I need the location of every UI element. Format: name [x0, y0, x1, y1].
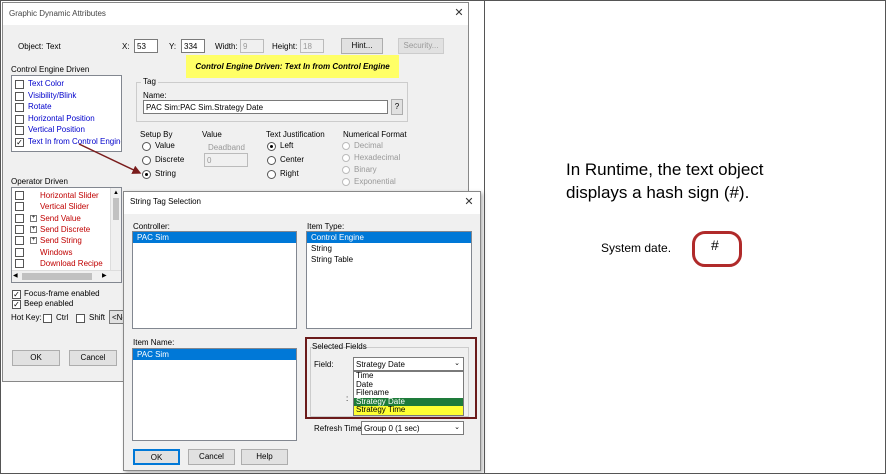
hash-value: # [711, 237, 719, 253]
item-type-list[interactable]: Control Engine String String Table [306, 231, 472, 329]
operator-item-label: Windows [40, 247, 73, 257]
annotation-text: In Runtime, the text object displays a h… [566, 160, 764, 202]
operator-item-checkbox[interactable] [15, 247, 24, 257]
item-name-item[interactable]: PAC Sim [133, 349, 296, 360]
operator-item-checkbox[interactable] [15, 213, 24, 223]
operator-item-label: Send String [40, 236, 82, 246]
shift-checkbox[interactable] [76, 314, 85, 323]
beep-label: Beep enabled [24, 299, 74, 308]
scroll-thumb[interactable] [113, 198, 119, 220]
operator-item-checkbox[interactable] [15, 202, 24, 212]
hotkey-label: Hot Key: [11, 313, 42, 322]
expand-plus-icon[interactable]: + [30, 214, 37, 222]
item-name-label: Item Name: [133, 338, 175, 347]
operator-item-label: Send Discrete [40, 224, 91, 234]
operator-item-label: Send Value [40, 213, 81, 223]
shift-label: Shift [89, 313, 106, 322]
item-name-list[interactable]: PAC Sim [132, 348, 297, 441]
operator-item-checkbox[interactable] [15, 236, 24, 246]
sts-title-bar: String Tag Selection [124, 192, 480, 214]
operator-horizontal-scrollbar[interactable]: ◀ ▶ [12, 270, 121, 282]
operator-item-label: Download Recipe [40, 258, 103, 268]
beep-checkbox[interactable]: ✓ [12, 300, 21, 309]
sts-help-button[interactable]: Help [241, 449, 288, 465]
gda-ok-button[interactable]: OK [12, 350, 60, 366]
controller-list[interactable]: PAC Sim [132, 231, 297, 329]
refresh-time-select[interactable]: Group 0 (1 sec) ⌄ [361, 421, 464, 435]
expand-plus-icon[interactable]: + [30, 225, 37, 233]
focus-frame-checkbox[interactable]: ✓ [12, 290, 21, 299]
gda-cancel-button[interactable]: Cancel [69, 350, 117, 366]
annotation-divider [484, 1, 485, 473]
pointer-arrow [78, 143, 142, 174]
ctrl-label: Ctrl [56, 313, 69, 322]
string-tag-selection-dialog: String Tag Selection ✕ Controller: PAC S… [123, 191, 481, 471]
chevron-down-icon: ⌄ [454, 424, 460, 431]
scroll-right-icon[interactable]: ▶ [102, 272, 107, 279]
refresh-time-value: Group 0 (1 sec) [364, 424, 420, 433]
operator-item-checkbox[interactable] [15, 224, 24, 234]
operator-item-checkbox[interactable] [15, 258, 24, 268]
controller-item[interactable]: PAC Sim [133, 232, 296, 243]
refresh-time-label: Refresh Time: [314, 424, 364, 433]
scroll-left-icon[interactable]: ◀ [13, 272, 18, 279]
sts-ok-button[interactable]: OK [133, 449, 180, 465]
sts-close-icon[interactable]: ✕ [462, 195, 476, 209]
scroll-h-thumb[interactable] [22, 273, 92, 280]
item-type-item[interactable]: Control Engine [307, 232, 471, 243]
operator-driven-list: Horizontal Slider Vertical Slider + Send Va… [11, 187, 122, 283]
item-type-item[interactable]: String [307, 243, 471, 254]
operator-item-label: Vertical Slider [40, 202, 89, 212]
focus-frame-label: Focus-frame enabled [24, 289, 100, 298]
screenshot-root: Graphic Dynamic Attributes ✕ Object: Tex… [0, 0, 886, 474]
expand-plus-icon[interactable]: + [30, 237, 37, 245]
item-type-item[interactable]: String Table [307, 254, 471, 265]
sts-title: String Tag Selection [130, 197, 202, 206]
sts-cancel-button[interactable]: Cancel [188, 449, 235, 465]
ctrl-checkbox[interactable] [43, 314, 52, 323]
item-type-label: Item Type: [307, 222, 345, 231]
system-date-label: System date. [601, 241, 672, 255]
controller-label: Controller: [133, 222, 170, 231]
selected-fields-highlight [305, 337, 477, 419]
